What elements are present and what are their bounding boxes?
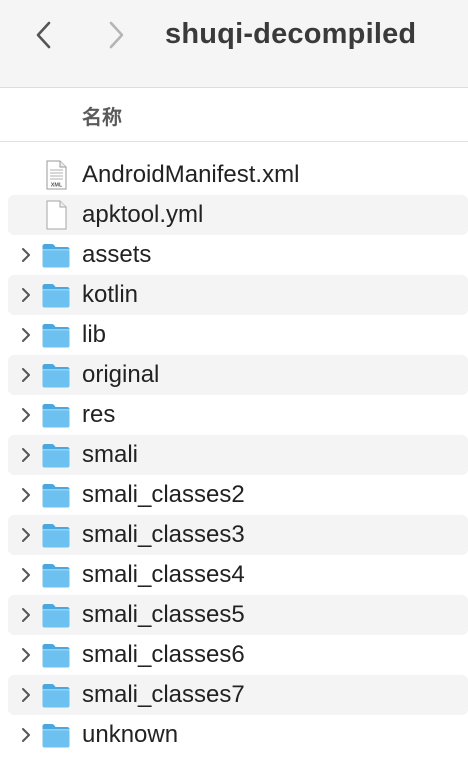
disclosure-chevron-icon [22,368,30,382]
file-name: smali_classes6 [82,641,245,668]
file-name: smali_classes4 [82,561,245,588]
back-button[interactable] [26,17,62,53]
disclosure-toggle[interactable] [17,685,35,705]
file-name: AndroidManifest.xml [82,161,300,188]
disclosure-chevron-icon [22,448,30,462]
file-row[interactable]: smali_classes3 [0,515,468,555]
disclosure-chevron-icon [22,248,30,262]
file-row[interactable]: apktool.yml [0,195,468,235]
disclosure-toggle[interactable] [17,445,35,465]
folder-icon-wrapper [41,680,71,710]
file-name: smali_classes3 [82,521,245,548]
file-name: kotlin [82,281,139,308]
disclosure-toggle[interactable] [17,725,35,745]
folder-icon-wrapper [41,320,71,350]
file-name: assets [82,241,152,268]
folder-icon [42,284,70,308]
disclosure-toggle[interactable] [17,485,35,505]
folder-icon-wrapper [41,640,71,670]
folder-icon [42,364,70,388]
folder-icon [42,484,70,508]
file-row[interactable]: assets [0,235,468,275]
file-icon-wrapper [41,200,71,230]
file-row[interactable]: smali_classes4 [0,555,468,595]
disclosure-chevron-icon [22,528,30,542]
folder-icon-wrapper [41,480,71,510]
file-name: smali_classes2 [82,481,245,508]
chevron-right-icon [109,21,124,49]
folder-icon [42,524,70,548]
disclosure-toggle[interactable] [17,525,35,545]
folder-icon-wrapper [41,280,71,310]
disclosure-toggle[interactable] [17,325,35,345]
file-row[interactable]: smali_classes5 [0,595,468,635]
column-header: 名称 [0,88,468,142]
folder-icon [42,444,70,468]
folder-icon [42,324,70,348]
disclosure-chevron-icon [22,568,30,582]
folder-icon [42,404,70,428]
folder-icon [42,244,70,268]
disclosure-chevron-icon [22,408,30,422]
file-name: smali_classes5 [82,601,245,628]
file-row[interactable]: original [0,355,468,395]
folder-icon [42,644,70,668]
file-name: unknown [82,721,179,748]
folder-icon-wrapper [41,360,71,390]
disclosure-toggle[interactable] [17,645,35,665]
window-title: shuqi-decompiled [165,18,417,50]
file-row[interactable]: smali_classes7 [0,675,468,715]
file-name: smali_classes7 [82,681,245,708]
name-column-header[interactable]: 名称 [82,101,122,130]
folder-icon [42,564,70,588]
file-row[interactable]: smali [0,435,468,475]
file-row[interactable]: kotlin [0,275,468,315]
disclosure-chevron-icon [22,728,30,742]
file-name: lib [82,321,107,348]
disclosure-toggle[interactable] [17,365,35,385]
disclosure-chevron-icon [22,608,30,622]
disclosure-chevron-icon [22,488,30,502]
folder-icon-wrapper [41,520,71,550]
folder-icon-wrapper [41,240,71,270]
file-row[interactable]: XML AndroidManifest.xml [0,155,468,195]
toolbar: shuqi-decompiled [0,0,468,88]
file-name: res [82,401,116,428]
file-list: XML AndroidManifest.xml apktool.yml assets k… [0,155,468,755]
folder-icon-wrapper [41,440,71,470]
disclosure-chevron-icon [22,288,30,302]
finder-window: shuqi-decompiled 名称 XML AndroidManifest.x… [0,0,468,766]
file-icon-wrapper: XML [41,160,71,190]
forward-button[interactable] [98,17,134,53]
document-icon [46,200,67,230]
disclosure-chevron-icon [22,688,30,702]
file-row[interactable]: res [0,395,468,435]
disclosure-toggle[interactable] [17,405,35,425]
folder-icon [42,684,70,708]
file-name: smali [82,441,139,468]
disclosure-chevron-icon [22,328,30,342]
disclosure-toggle[interactable] [17,605,35,625]
disclosure-toggle[interactable] [17,285,35,305]
xml-file-icon: XML [46,160,67,190]
file-name: original [82,361,160,388]
chevron-left-icon [36,21,51,49]
file-row[interactable]: smali_classes2 [0,475,468,515]
disclosure-toggle[interactable] [17,245,35,265]
file-row[interactable]: unknown [0,715,468,755]
folder-icon-wrapper [41,600,71,630]
file-row[interactable]: lib [0,315,468,355]
folder-icon-wrapper [41,400,71,430]
file-row[interactable]: smali_classes6 [0,635,468,675]
disclosure-chevron-icon [22,648,30,662]
svg-text:XML: XML [51,183,63,189]
folder-icon-wrapper [41,560,71,590]
disclosure-toggle[interactable] [17,565,35,585]
folder-icon-wrapper [41,720,71,750]
file-name: apktool.yml [82,201,204,228]
folder-icon [42,604,70,628]
folder-icon [42,724,70,748]
